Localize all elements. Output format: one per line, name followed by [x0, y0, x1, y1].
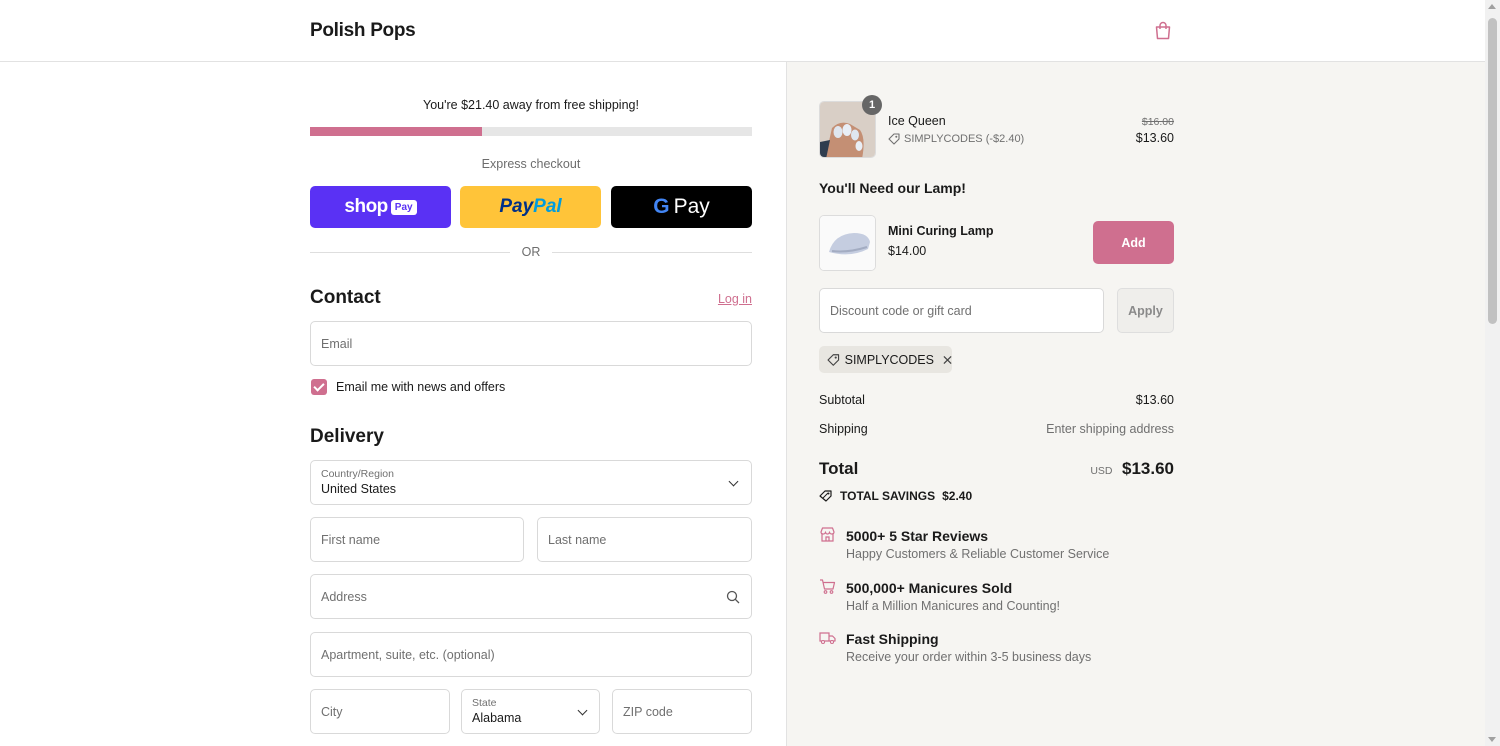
paypal-logo-part1: Pay: [499, 196, 534, 217]
login-link[interactable]: Log in: [700, 292, 752, 306]
country-label: Country/Region: [321, 468, 394, 480]
shopping-bag-icon[interactable]: [1154, 21, 1172, 40]
upsell-heading: You'll Need our Lamp!: [819, 180, 966, 196]
free-shipping-progress: [310, 127, 752, 136]
email-placeholder: Email: [321, 337, 353, 351]
google-pay-button[interactable]: G Pay: [611, 186, 752, 228]
free-shipping-message: You're $21.40 away from free shipping!: [423, 98, 639, 112]
shop-pay-badge: Pay: [390, 199, 417, 215]
first-name-field[interactable]: First name: [310, 517, 524, 562]
feature-title-manicures: 500,000+ Manicures Sold: [846, 580, 1013, 596]
discount-code-placeholder: Discount code or gift card: [830, 304, 972, 318]
savings-tag-icon: [819, 490, 832, 502]
store-icon: [820, 527, 835, 542]
total-row: Total USD $13.60: [819, 459, 1174, 479]
feature-subtitle-reviews: Happy Customers & Reliable Customer Serv…: [846, 547, 1110, 561]
state-select[interactable]: State Alabama: [461, 689, 600, 734]
newsletter-checkbox[interactable]: [311, 379, 327, 395]
subtotal-value: $13.60: [1135, 393, 1174, 407]
shop-pay-wordmark: shop: [344, 196, 388, 217]
subtotal-row: Subtotal $13.60: [819, 393, 1174, 407]
applied-discount-chip: SIMPLYCODES: [819, 346, 952, 373]
header: Polish Pops: [0, 0, 1485, 62]
scroll-down-arrow-icon[interactable]: [1488, 737, 1496, 742]
total-value: $13.60: [1122, 459, 1174, 478]
truck-icon: [819, 632, 836, 645]
first-name-placeholder: First name: [321, 533, 381, 547]
paypal-logo-part2: Pal: [533, 196, 562, 217]
shipping-value: Enter shipping address: [1046, 422, 1174, 436]
brand-logo[interactable]: Polish Pops: [310, 20, 416, 42]
apply-discount-button[interactable]: Apply: [1117, 288, 1174, 333]
feature-title-reviews: 5000+ 5 Star Reviews: [846, 528, 989, 544]
discount-code-field[interactable]: Discount code or gift card: [819, 288, 1104, 333]
progress-fill: [310, 127, 483, 136]
last-name-placeholder: Last name: [548, 533, 607, 547]
curing-lamp-image: [819, 215, 876, 271]
feature-subtitle-shipping: Receive your order within 3-5 business d…: [846, 650, 1092, 664]
newsletter-label: Email me with news and offers: [336, 380, 506, 394]
divider-left: [310, 252, 510, 253]
express-checkout-label: Express checkout: [481, 157, 581, 171]
tag-icon: [827, 353, 840, 366]
city-placeholder: City: [321, 705, 343, 719]
google-g-icon: G: [653, 195, 670, 218]
item-name: Ice Queen: [888, 114, 946, 128]
delivery-heading: Delivery: [310, 426, 384, 447]
divider-right: [552, 252, 752, 253]
scroll-up-arrow-icon[interactable]: [1488, 4, 1496, 9]
zip-field[interactable]: ZIP code: [612, 689, 752, 734]
paypal-button[interactable]: Pay Pal: [460, 186, 601, 228]
upsell-product-name: Mini Curing Lamp: [888, 224, 994, 238]
chevron-down-icon: [728, 476, 739, 487]
savings-label: TOTAL SAVINGS: [840, 489, 936, 503]
google-pay-word: Pay: [673, 195, 710, 218]
add-upsell-button[interactable]: Add: [1093, 221, 1174, 264]
item-discount-label: SIMPLYCODES (-$2.40): [904, 133, 1025, 145]
item-quantity-badge: 1: [862, 95, 882, 115]
upsell-product-price: $14.00: [888, 244, 927, 258]
shipping-label: Shipping: [819, 422, 868, 436]
feature-title-shipping: Fast Shipping: [846, 631, 939, 647]
shipping-row: Shipping Enter shipping address: [819, 422, 1174, 436]
applied-discount-code: SIMPLYCODES: [844, 352, 934, 367]
currency-code: USD: [1090, 465, 1113, 477]
item-price: $13.60: [1135, 131, 1174, 145]
search-icon: [726, 590, 740, 604]
tag-icon: [888, 133, 900, 145]
address-placeholder: Address: [321, 590, 367, 604]
subtotal-label: Subtotal: [819, 393, 865, 407]
cart-icon: [820, 579, 836, 594]
country-value: United States: [321, 482, 397, 496]
state-value: Alabama: [472, 711, 522, 725]
or-divider-label: OR: [521, 245, 541, 259]
shop-pay-button[interactable]: shop Pay: [310, 186, 451, 228]
scrollbar-thumb[interactable]: [1488, 18, 1497, 324]
last-name-field[interactable]: Last name: [537, 517, 752, 562]
savings-value: $2.40: [942, 489, 973, 503]
zip-placeholder: ZIP code: [623, 705, 673, 719]
email-field[interactable]: Email: [310, 321, 752, 366]
contact-heading: Contact: [310, 287, 381, 308]
city-field[interactable]: City: [310, 689, 450, 734]
feature-subtitle-manicures: Half a Million Manicures and Counting!: [846, 599, 1060, 613]
total-savings: TOTAL SAVINGS $2.40: [819, 489, 972, 503]
address-field[interactable]: Address: [310, 574, 752, 619]
apartment-field[interactable]: Apartment, suite, etc. (optional): [310, 632, 752, 677]
apartment-placeholder: Apartment, suite, etc. (optional): [321, 648, 495, 662]
state-label: State: [472, 697, 497, 709]
item-original-price: $16.00: [1141, 116, 1174, 128]
total-label: Total: [819, 459, 859, 478]
close-icon[interactable]: [943, 355, 952, 365]
chevron-down-icon: [577, 705, 588, 716]
country-select[interactable]: Country/Region United States: [310, 460, 752, 505]
